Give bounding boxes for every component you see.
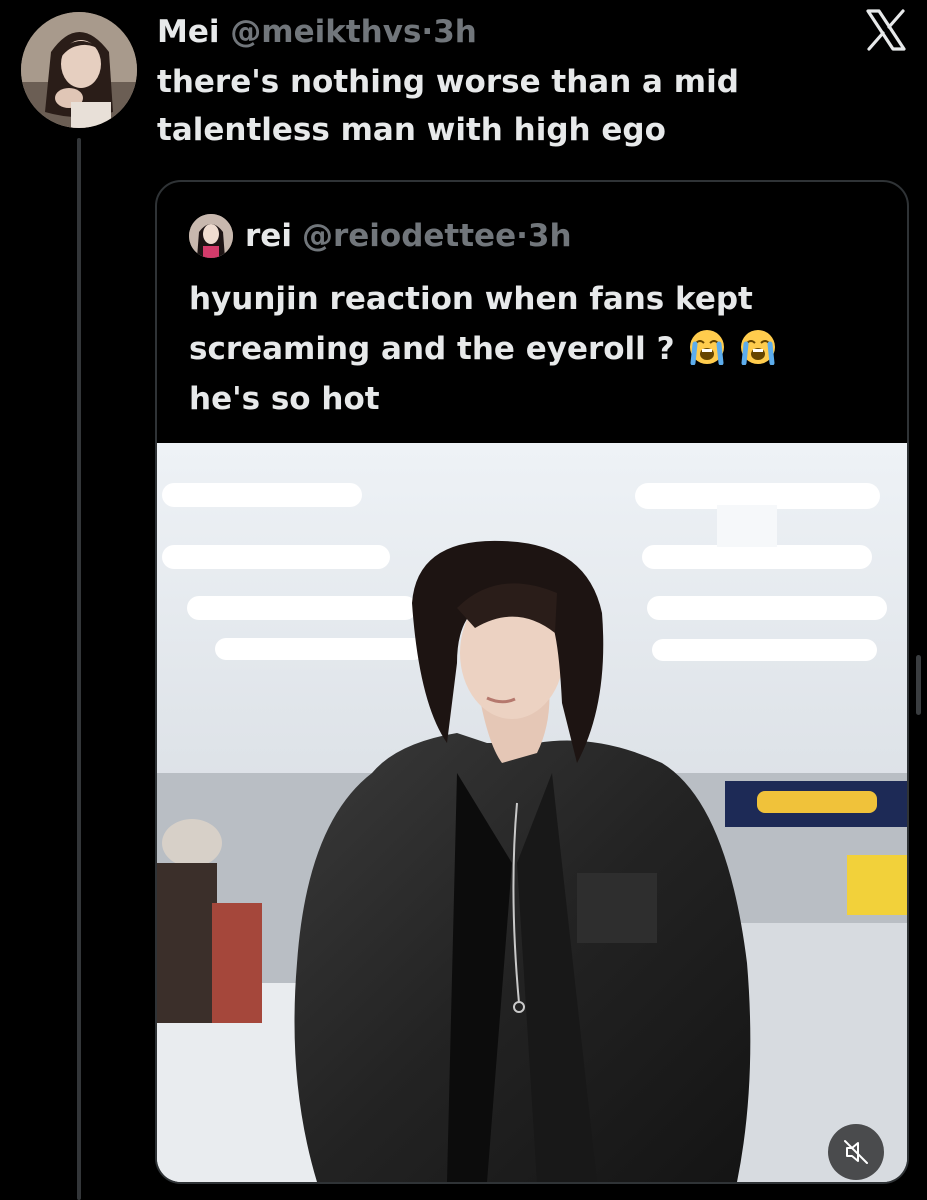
quoted-text-line: screaming and the eyeroll ? bbox=[189, 331, 675, 367]
quoted-author-avatar[interactable] bbox=[189, 214, 233, 258]
quoted-separator-dot: · bbox=[516, 218, 528, 254]
tweet-text: there's nothing worse than a mid talentl… bbox=[157, 64, 739, 148]
x-logo-icon[interactable] bbox=[862, 6, 910, 54]
quoted-text-line-with-emoji: screaming and the eyeroll ? bbox=[189, 324, 879, 374]
video-frame-image bbox=[157, 443, 907, 1182]
tweet-header: Mei @meikthvs·3h bbox=[157, 10, 477, 54]
author-name[interactable]: Mei bbox=[157, 14, 220, 50]
quoted-tweet-header: rei @reiodettee · 3h bbox=[189, 214, 572, 258]
quoted-text-line: hyunjin reaction when fans kept bbox=[189, 281, 753, 317]
video-media[interactable] bbox=[157, 443, 907, 1182]
quoted-tweet-text: hyunjin reaction when fans kept screamin… bbox=[189, 274, 879, 424]
quoted-author-name[interactable]: rei bbox=[245, 218, 292, 254]
post-time[interactable]: 3h bbox=[433, 14, 477, 50]
tweet-screen: Mei @meikthvs·3h there's nothing worse t… bbox=[0, 0, 927, 1200]
thread-connector-line bbox=[77, 138, 81, 1200]
quoted-text-line: he's so hot bbox=[189, 381, 380, 417]
mute-toggle-button[interactable] bbox=[828, 1124, 884, 1180]
separator-dot: · bbox=[421, 14, 434, 50]
loudly-crying-face-emoji bbox=[690, 330, 725, 365]
quoted-tweet-card[interactable]: rei @reiodettee · 3h hyunjin reaction when… bbox=[155, 180, 909, 1184]
muted-speaker-icon bbox=[844, 1140, 868, 1164]
quoted-post-time[interactable]: 3h bbox=[528, 218, 572, 254]
quoted-author-handle[interactable]: @reiodettee bbox=[302, 218, 516, 254]
author-avatar[interactable] bbox=[21, 12, 137, 128]
loudly-crying-face-emoji bbox=[741, 330, 776, 365]
author-handle[interactable]: @meikthvs bbox=[230, 14, 421, 50]
scrollbar-thumb[interactable] bbox=[916, 655, 921, 715]
